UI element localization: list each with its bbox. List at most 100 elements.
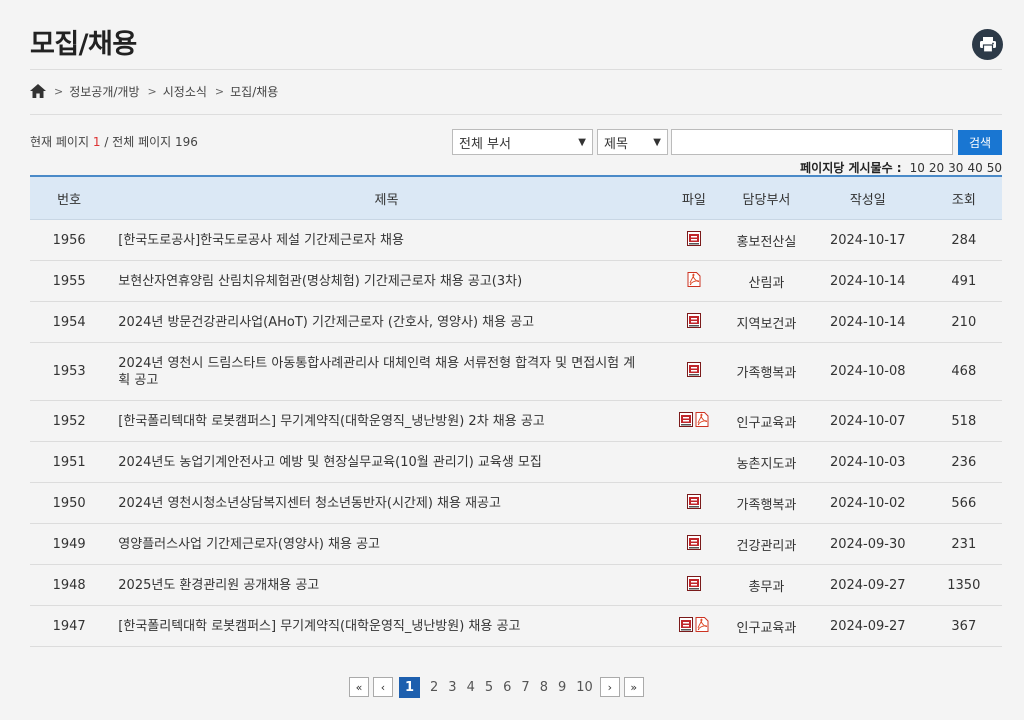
page-number-link[interactable]: 9 [558,680,566,695]
pdf-file-icon[interactable] [695,616,709,636]
per-page-option[interactable]: 30 [948,161,963,175]
cell-subject-link[interactable]: 보현산자연휴양림 산림치유체험관(명상체험) 기간제근로자 채용 공고(3차) [108,260,665,302]
hwp-file-icon[interactable] [686,362,701,381]
search-field-select[interactable]: 제목 ▼ [597,129,668,155]
header-number: 번호 [30,175,109,220]
hwp-file-icon[interactable] [686,312,701,332]
cell-department: 가족행복과 [723,482,810,524]
table-row[interactable]: 1953 2024년 영천시 드림스타트 아동통합사례관리사 대체인력 채용 서류… [30,342,1002,401]
print-button[interactable] [972,29,1003,60]
cell-department: 농촌지도과 [723,441,810,483]
cell-department: 가족행복과 [723,342,810,401]
page-number-link[interactable]: 8 [540,680,548,695]
home-icon[interactable] [30,84,46,98]
cell-files [664,301,724,343]
cell-date: 2024-10-17 [809,219,926,261]
pdf-file-icon[interactable] [695,411,709,431]
department-select[interactable]: 전체 부서 ▼ [452,129,593,155]
per-page-option[interactable]: 10 [910,161,925,175]
next-page-button[interactable]: › [599,677,620,697]
breadcrumb-divider [30,114,1002,115]
page-number-link[interactable]: 5 [485,680,493,695]
cell-department: 산림과 [723,260,810,302]
header-file: 파일 [664,175,724,220]
printer-icon [979,37,996,53]
cell-department: 인구교육과 [723,605,810,647]
per-page-option[interactable]: 50 [987,161,1002,175]
pdf-file-icon[interactable] [687,271,701,291]
chevron-down-icon: ▼ [578,136,586,148]
cell-date: 2024-09-30 [809,523,926,565]
prev-page-button[interactable]: ‹ [373,677,393,697]
cell-date: 2024-10-02 [809,482,926,524]
table-row[interactable]: 1948 2025년도 환경관리원 공개채용 공고 총무과 2024-09-27 135… [30,564,1002,606]
first-page-button[interactable]: « [349,677,369,697]
hwp-file-icon[interactable] [686,534,701,554]
page-number-link[interactable]: 3 [448,680,456,695]
search-button[interactable]: 검색 [958,130,1002,155]
department-select-value: 전체 부서 [459,136,511,152]
cell-number: 1949 [30,523,109,565]
page-number-link[interactable]: 1 [399,676,420,698]
header-date: 작성일 [809,175,926,220]
search-input[interactable] [671,129,953,155]
table-row[interactable]: 1949 영양플러스사업 기간제근로자(영양사) 채용 공고 건강관리과 2024-0… [30,523,1002,565]
hwp-file-icon[interactable] [686,230,701,250]
table-row[interactable]: 1954 2024년 방문건강관리사업(AHoT) 기간제근로자 (간호사, 영양… [30,301,1002,343]
cell-department: 지역보건과 [723,301,810,343]
table-row[interactable]: 1956 [한국도로공사]한국도로공사 제설 기간제근로자 채용 홍보전산실 2024… [30,219,1002,261]
cell-views: 236 [925,441,1002,483]
cell-subject-link[interactable]: 2024년도 농업기계안전사고 예방 및 현장실무교육(10월 관리기) 교육생… [108,441,665,483]
cell-views: 367 [925,605,1002,647]
pagination: « ‹ 1 2 3 4 5 6 7 8 9 10 › » [349,676,648,698]
cell-number: 1947 [30,605,109,647]
per-page-option[interactable]: 20 [929,161,944,175]
table-row[interactable]: 1950 2024년 영천시청소년상담복지센터 청소년동반자(시간제) 채용 재공… [30,482,1002,524]
last-page-button[interactable]: » [623,677,644,697]
cell-subject-link[interactable]: 2025년도 환경관리원 공개채용 공고 [108,564,665,606]
cell-views: 1350 [925,564,1002,606]
title-divider [30,69,1002,70]
breadcrumb-item[interactable]: 모집/채용 [230,83,278,100]
page-number-link[interactable]: 10 [576,680,593,695]
cell-subject-link[interactable]: 영양플러스사업 기간제근로자(영양사) 채용 공고 [108,523,665,565]
cell-subject-link[interactable]: [한국폴리텍대학 로봇캠퍼스] 무기계약직(대학운영직_냉난방원) 채용 공고 [108,605,665,647]
table-row[interactable]: 1947 [한국폴리텍대학 로봇캠퍼스] 무기계약직(대학운영직_냉난방원) 채용… [30,605,1002,647]
table-row[interactable]: 1951 2024년도 농업기계안전사고 예방 및 현장실무교육(10월 관리기)… [30,441,1002,483]
header-views: 조회 [925,175,1002,220]
board-table: 번호 제목 파일 담당부서 작성일 조회 1956 [한국도로공사]한국도로공사 … [30,175,1002,647]
cell-subject-link[interactable]: 2024년 영천시청소년상담복지센터 청소년동반자(시간제) 채용 재공고 [108,482,665,524]
page-number-link[interactable]: 4 [467,680,475,695]
cell-views: 491 [925,260,1002,302]
page-number-link[interactable]: 7 [521,680,529,695]
cell-views: 210 [925,301,1002,343]
hwp-file-icon[interactable] [686,493,701,513]
cell-views: 468 [925,342,1002,401]
cell-date: 2024-10-08 [809,342,926,401]
cell-subject-link[interactable]: 2024년 영천시 드림스타트 아동통합사례관리사 대체인력 채용 서류전형 합… [108,342,665,401]
breadcrumb-item[interactable]: 정보공개/개방 [69,83,139,100]
page-info-current: 1 [92,135,101,149]
cell-views: 231 [925,523,1002,565]
cell-department: 건강관리과 [723,523,810,565]
cell-subject-link[interactable]: [한국도로공사]한국도로공사 제설 기간제근로자 채용 [108,219,665,261]
cell-number: 1952 [30,400,109,442]
page-number-link[interactable]: 6 [503,680,511,695]
page-number-link[interactable]: 2 [430,680,438,695]
cell-number: 1951 [30,441,109,483]
table-row[interactable]: 1955 보현산자연휴양림 산림치유체험관(명상체험) 기간제근로자 채용 공고(… [30,260,1002,302]
cell-subject-link[interactable]: 2024년 방문건강관리사업(AHoT) 기간제근로자 (간호사, 영양사) 채… [108,301,665,343]
per-page-option[interactable]: 40 [967,161,982,175]
cell-files [664,219,724,261]
breadcrumb-item[interactable]: 시정소식 [163,83,207,100]
cell-subject-link[interactable]: [한국폴리텍대학 로봇캠퍼스] 무기계약직(대학운영직_냉난방원) 2차 채용 … [108,400,665,442]
per-page-label: 페이지당 게시물수 : [800,161,902,175]
cell-department: 총무과 [723,564,810,606]
cell-files [664,605,724,647]
cell-files [664,400,724,442]
hwp-file-icon[interactable] [678,616,693,636]
hwp-file-icon[interactable] [686,575,701,595]
page-title: 모집/채용 [30,29,137,60]
table-row[interactable]: 1952 [한국폴리텍대학 로봇캠퍼스] 무기계약직(대학운영직_냉난방원) 2차… [30,400,1002,442]
hwp-file-icon[interactable] [678,411,693,431]
